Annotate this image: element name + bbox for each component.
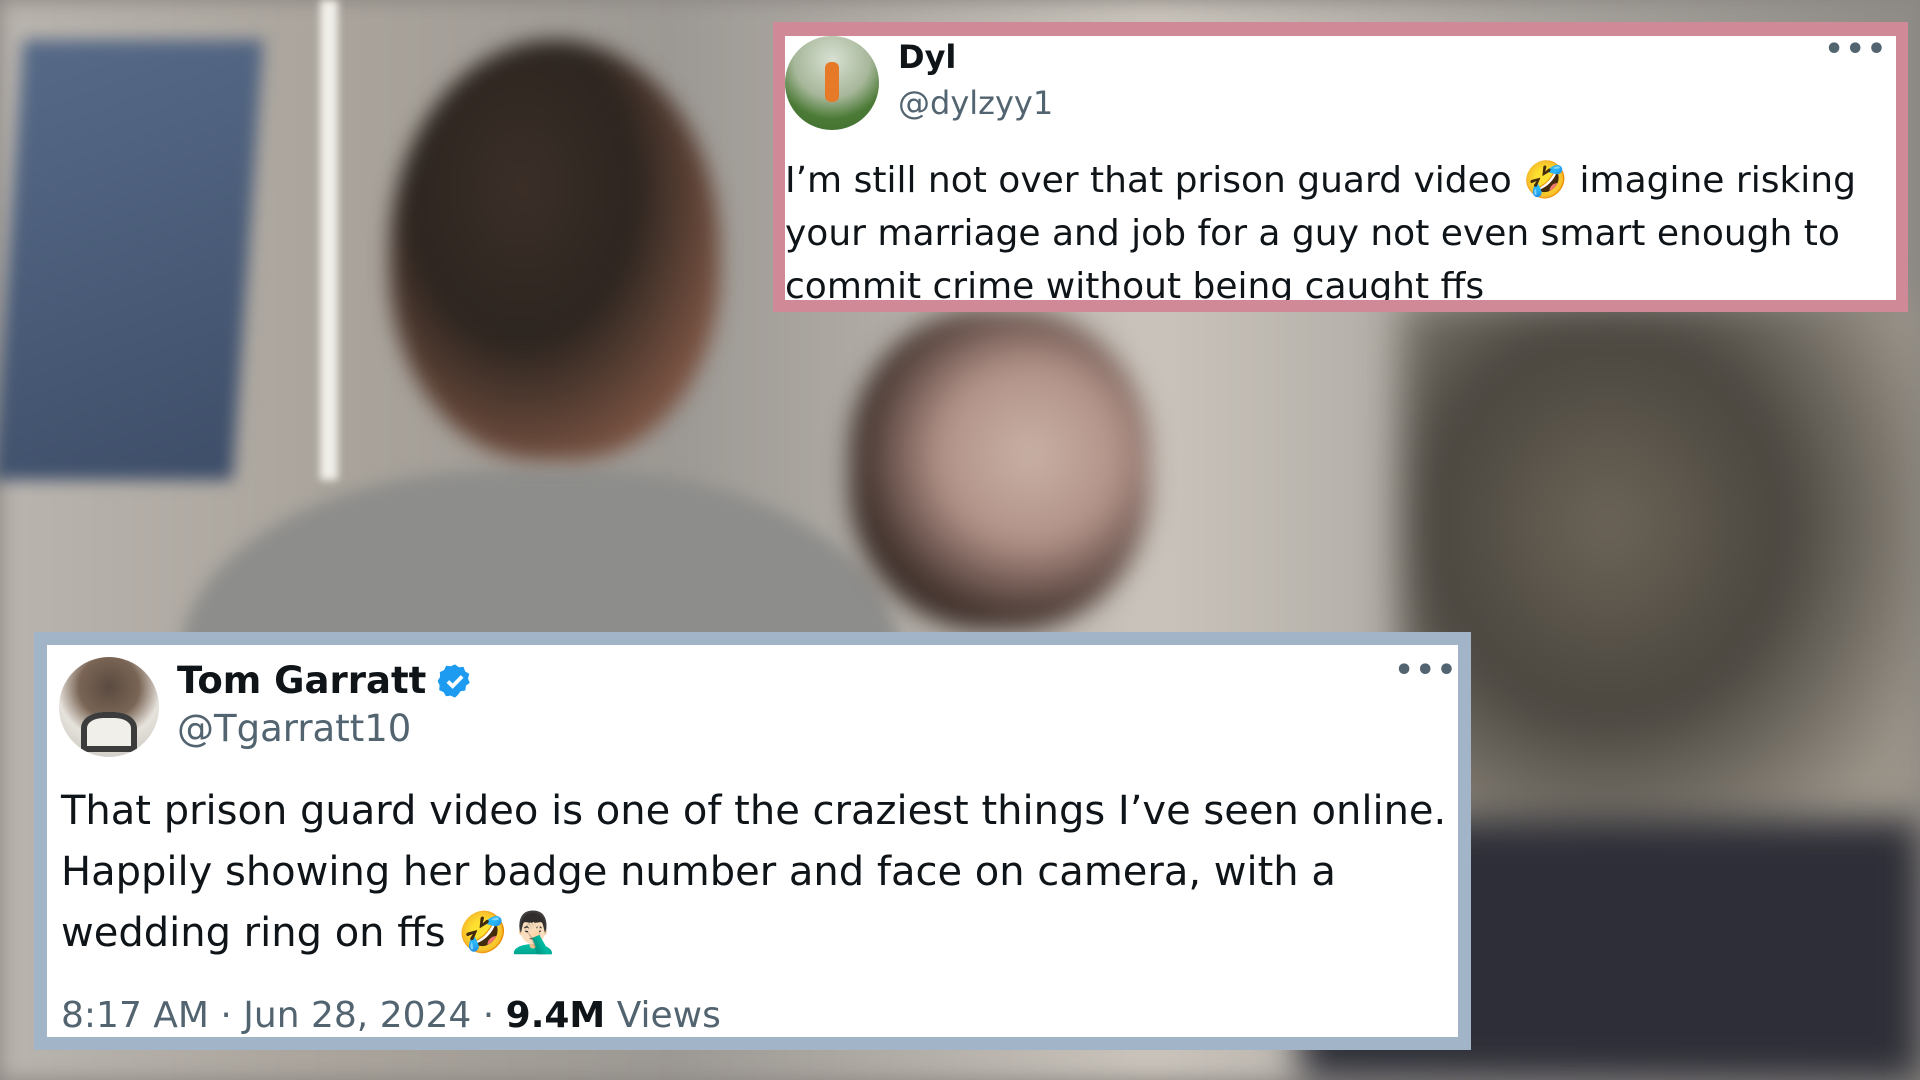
more-options-icon[interactable]: ••• — [1394, 653, 1458, 688]
background-person-head — [390, 40, 720, 460]
avatar-figure — [81, 712, 137, 752]
display-name[interactable]: Dyl — [898, 38, 956, 76]
avatar-figure — [825, 62, 839, 102]
tweet-timestamp[interactable]: 8:17 AM · Jun 28, 2024 · — [61, 995, 506, 1036]
display-name[interactable]: Tom Garratt — [177, 659, 426, 702]
more-options-icon[interactable]: ••• — [1824, 36, 1888, 67]
user-handle[interactable]: @dylzyy1 — [898, 84, 1053, 122]
background-person-woman — [850, 310, 1150, 630]
display-name-row[interactable]: Tom Garratt — [177, 659, 474, 702]
tweet-card-dyl[interactable]: Dyl @dylzyy1 ••• I’m still not over that… — [773, 22, 1908, 312]
background-pole — [320, 0, 338, 480]
avatar[interactable] — [785, 36, 879, 130]
background-door — [0, 40, 264, 480]
tweet-text: That prison guard video is one of the cr… — [61, 788, 1447, 956]
views-label: Views — [605, 995, 721, 1036]
avatar[interactable] — [59, 657, 159, 757]
views-count: 9.4M — [505, 995, 606, 1036]
user-handle[interactable]: @Tgarratt10 — [177, 707, 411, 750]
tweet-card-tom[interactable]: Tom Garratt @Tgarratt10 ••• That prison … — [34, 632, 1471, 1050]
verified-badge-icon — [437, 663, 471, 698]
tweet-meta: 8:17 AM · Jun 28, 2024 · 9.4M Views — [61, 995, 721, 1036]
background-right-area — [1400, 300, 1920, 860]
tweet-text: I’m still not over that prison guard vid… — [785, 160, 1856, 307]
